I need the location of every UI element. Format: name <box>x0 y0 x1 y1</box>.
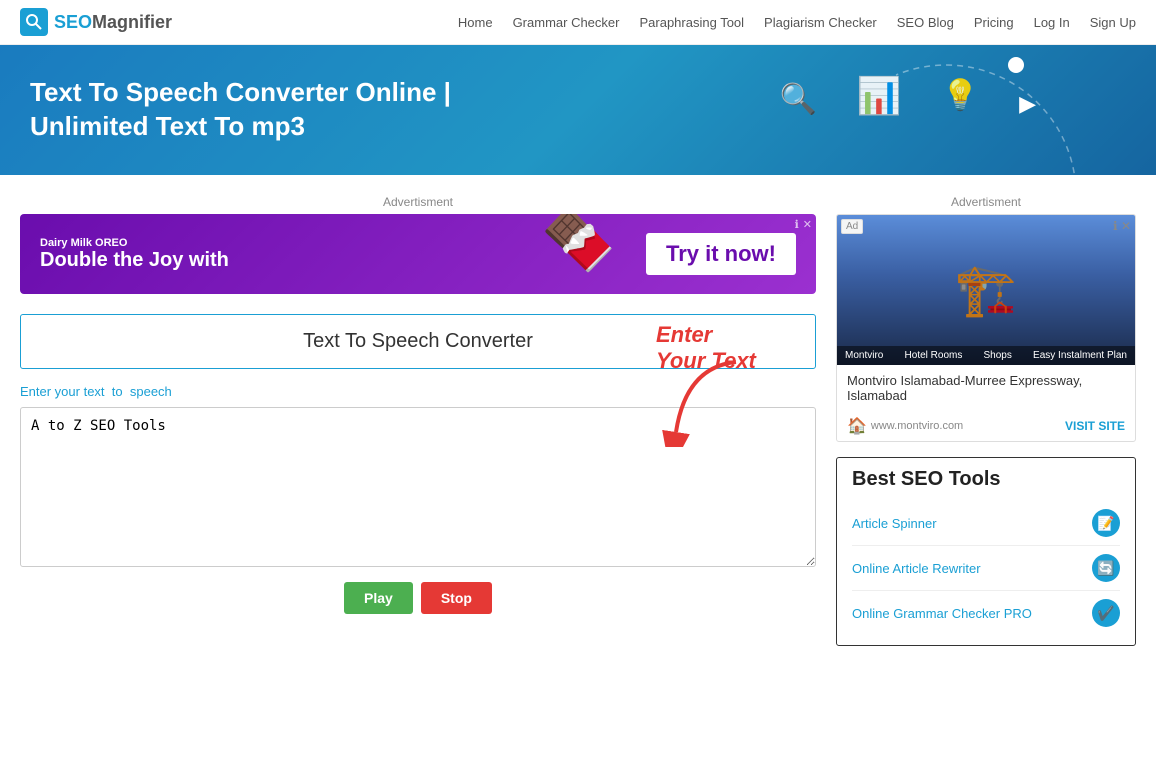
sidebar-ad-footer: 🏠 www.montviro.com VISIT SITE <box>837 411 1135 441</box>
ad-banner: Dairy Milk OREO Double the Joy with 🍫 Tr… <box>20 214 816 294</box>
ad-badge: Ad <box>841 219 863 234</box>
nav-paraphrase[interactable]: Paraphrasing Tool <box>639 15 744 30</box>
input-label: Enter your text to speech <box>20 384 816 399</box>
ad-close-icon[interactable]: ✕ <box>803 218 812 231</box>
textarea-wrapper: Enter Your Text A to Z SEO Tools <box>20 407 816 570</box>
seo-tool-link-0[interactable]: Article Spinner <box>852 516 937 531</box>
buttons-row: Play Stop <box>20 582 816 614</box>
seo-tool-item-1: Online Article Rewriter 🔄 <box>852 546 1120 591</box>
nav-login[interactable]: Log In <box>1034 15 1070 30</box>
seo-tools-title: Best SEO Tools <box>852 468 1120 491</box>
sidebar-ad-shops: Shops <box>984 350 1012 361</box>
sidebar-ad-info: Montviro Islamabad-Murree Expressway, Is… <box>837 365 1135 411</box>
sidebar-ad-hotel: Hotel Rooms <box>905 350 963 361</box>
seo-tool-icon-1: 🔄 <box>1092 554 1120 582</box>
hero-chart-icon: 📊 <box>857 75 902 117</box>
ad-banner-left: Dairy Milk OREO Double the Joy with <box>40 237 229 272</box>
main-content: Advertisment Dairy Milk OREO Double the … <box>20 195 816 656</box>
nav-blog[interactable]: SEO Blog <box>897 15 954 30</box>
ad-label: Advertisment <box>20 195 816 209</box>
ad-corner: ℹ ✕ <box>795 218 812 231</box>
input-label-suffix: speech <box>130 384 172 399</box>
nav-signup[interactable]: Sign Up <box>1090 15 1136 30</box>
hero-magnifier-icon: 🔍 <box>780 82 817 117</box>
hero-title: Text To Speech Converter Online | Unlimi… <box>30 76 530 144</box>
logo-text: SEOMagnifier <box>54 12 172 33</box>
nav-home[interactable]: Home <box>458 15 493 30</box>
main-wrapper: Advertisment Dairy Milk OREO Double the … <box>0 175 1156 676</box>
nav-grammar[interactable]: Grammar Checker <box>513 15 620 30</box>
sidebar-ad-domain: 🏠 www.montviro.com <box>847 416 963 436</box>
seo-tool-link-2[interactable]: Online Grammar Checker PRO <box>852 606 1032 621</box>
sidebar-ad: Ad ℹ ✕ 🏗️ Montviro Hotel Rooms Shops Eas… <box>836 214 1136 442</box>
hero-text: Text To Speech Converter Online | Unlimi… <box>30 76 530 144</box>
nav-plagiarism[interactable]: Plagiarism Checker <box>764 15 877 30</box>
nav-pricing[interactable]: Pricing <box>974 15 1014 30</box>
sidebar-ad-plan: Easy Instalment Plan <box>1033 350 1127 361</box>
nav-links: Home Grammar Checker Paraphrasing Tool P… <box>458 14 1136 30</box>
sidebar-ad-image: Ad ℹ ✕ 🏗️ Montviro Hotel Rooms Shops Eas… <box>837 215 1135 365</box>
ad-info-icon[interactable]: ℹ <box>795 218 799 231</box>
ad-cta[interactable]: Try it now! <box>646 233 796 275</box>
seo-tools-box: Best SEO Tools Article Spinner 📝 Online … <box>836 457 1136 646</box>
sidebar-ad-label: Advertisment <box>836 195 1136 209</box>
logo[interactable]: SEOMagnifier <box>20 8 172 36</box>
hero-play-icon: ▶ <box>1019 91 1036 117</box>
seo-tool-icon-2: ✔️ <box>1092 599 1120 627</box>
seo-tool-item-0: Article Spinner 📝 <box>852 501 1120 546</box>
sidebar-ad-brand: Montviro <box>845 350 883 361</box>
stop-button[interactable]: Stop <box>421 582 492 614</box>
input-label-prefix: Enter your text <box>20 384 105 399</box>
tool-box: Text To Speech Converter <box>20 314 816 369</box>
hero-banner: Text To Speech Converter Online | Unlimi… <box>0 45 1156 175</box>
hero-bulb-icon: 💡 <box>942 78 979 113</box>
ad-product-image: 🍫 <box>541 214 616 275</box>
input-label-highlight: to <box>112 384 123 399</box>
tool-title: Text To Speech Converter <box>36 330 800 353</box>
seo-tool-item-2: Online Grammar Checker PRO ✔️ <box>852 591 1120 635</box>
ad-text: Double the Joy with <box>40 249 229 272</box>
sidebar-ad-overlay: Montviro Hotel Rooms Shops Easy Instalme… <box>837 346 1135 365</box>
speech-textarea[interactable]: A to Z SEO Tools <box>20 407 816 567</box>
sidebar: Advertisment Ad ℹ ✕ 🏗️ Montviro Hotel Ro… <box>836 195 1136 656</box>
seo-tool-icon-0: 📝 <box>1092 509 1120 537</box>
ad-brand: Dairy Milk OREO <box>40 237 229 249</box>
sidebar-ad-location: Montviro Islamabad-Murree Expressway, Is… <box>847 373 1125 403</box>
logo-icon <box>20 8 48 36</box>
sidebar-ad-close[interactable]: ℹ ✕ <box>1113 219 1131 233</box>
top-navigation: SEOMagnifier Home Grammar Checker Paraph… <box>0 0 1156 45</box>
seo-tool-link-1[interactable]: Online Article Rewriter <box>852 561 981 576</box>
play-button[interactable]: Play <box>344 582 413 614</box>
sidebar-visit-link[interactable]: VISIT SITE <box>1065 419 1125 433</box>
